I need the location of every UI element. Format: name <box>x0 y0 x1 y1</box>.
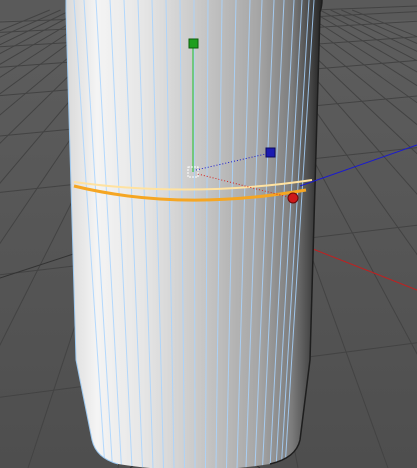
viewport-canvas[interactable] <box>0 0 417 468</box>
3d-viewport[interactable] <box>0 0 417 468</box>
x-axis-handle-icon[interactable] <box>287 192 299 204</box>
y-axis-handle-icon[interactable] <box>188 38 199 49</box>
cylinder-object[interactable] <box>65 0 323 468</box>
z-axis-handle-icon[interactable] <box>265 147 276 158</box>
